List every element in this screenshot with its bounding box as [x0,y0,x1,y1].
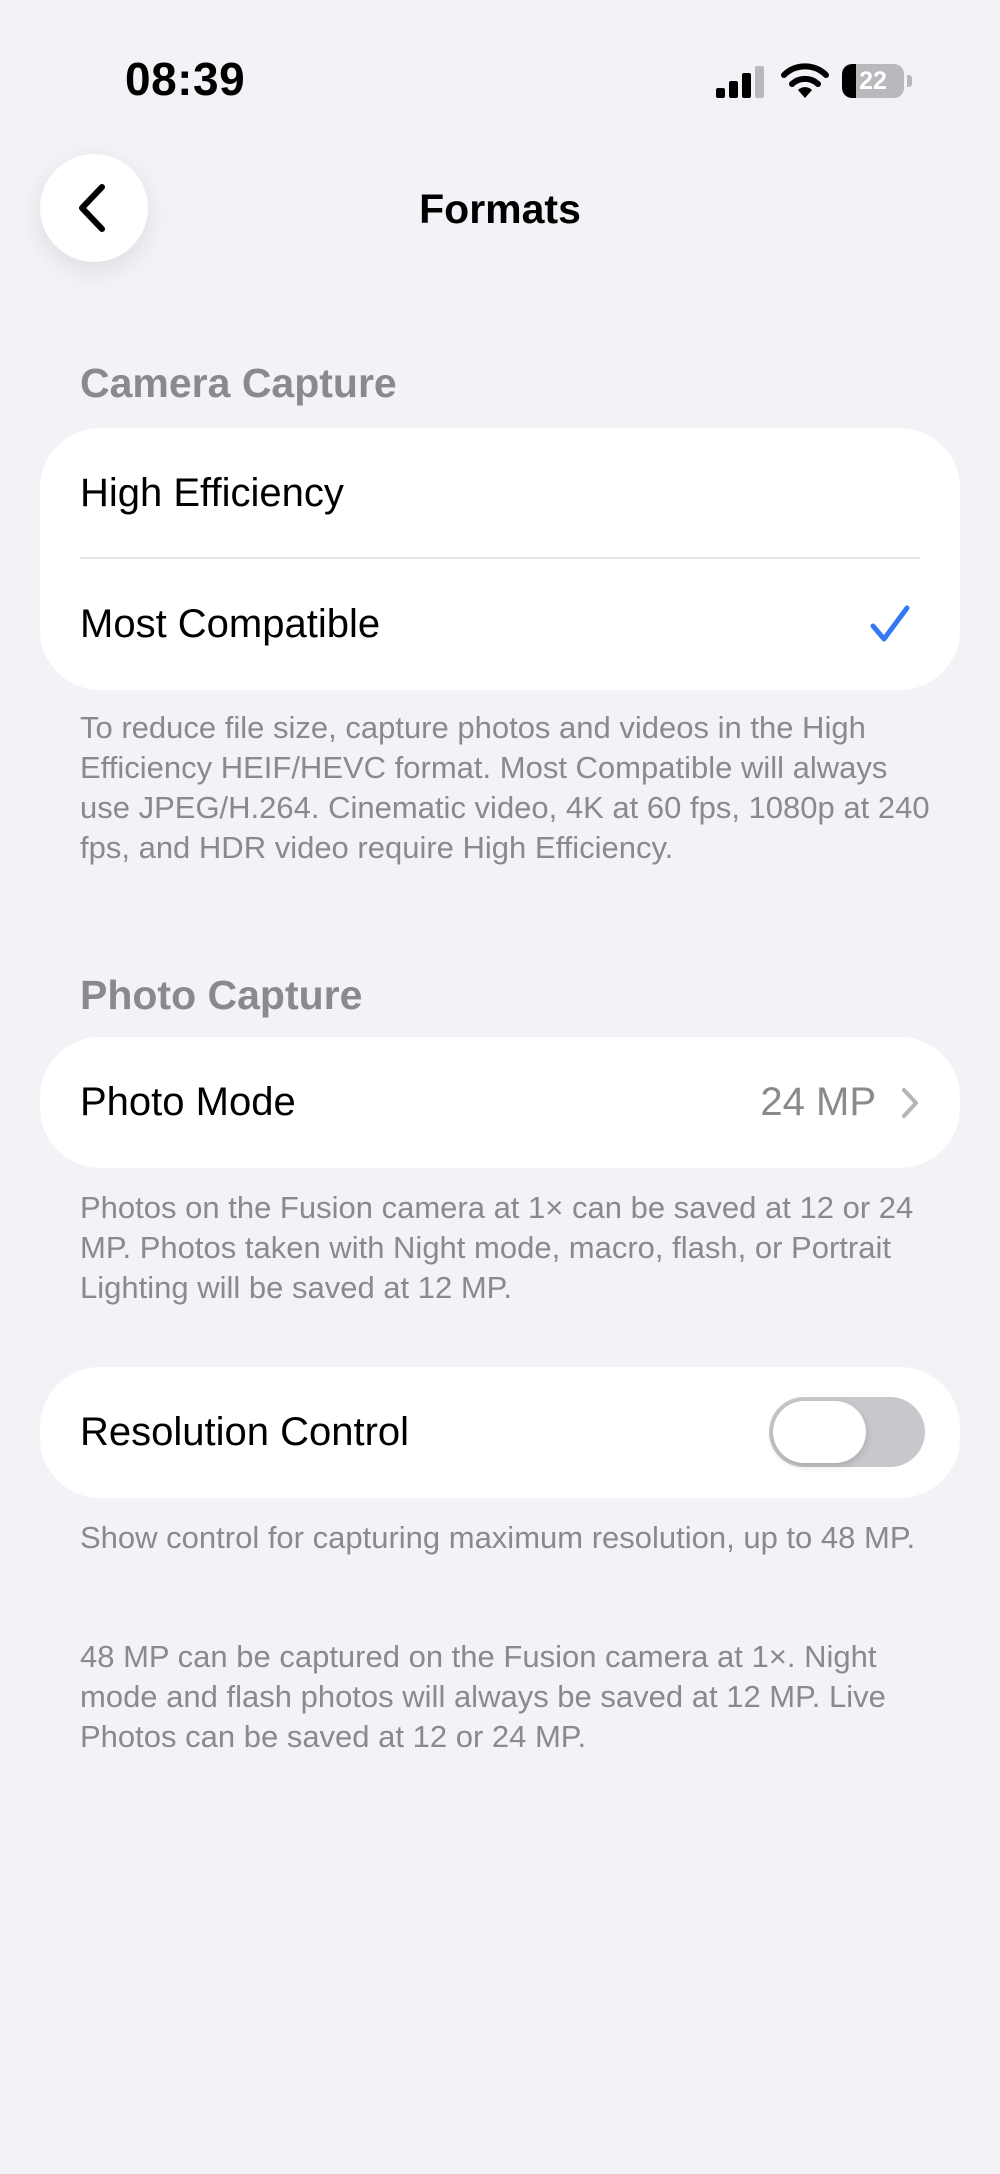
checkmark-icon [870,605,910,642]
resolution-control-row: Resolution Control [40,1367,960,1498]
battery-icon: 22 [842,64,912,98]
resolution-control-toggle[interactable] [769,1397,925,1467]
photo-capture-card: Photo Mode 24 MP [40,1037,960,1168]
wifi-icon [781,63,829,98]
status-bar: 08:39 22 [0,0,1000,110]
signal-icon [716,66,764,98]
option-label: Most Compatible [80,602,381,646]
option-most-compatible[interactable]: Most Compatible [40,559,960,690]
resolution-control-footnote: Show control for capturing maximum resol… [80,1520,916,1555]
camera-capture-card: High Efficiency Most Compatible [40,428,960,690]
photo-capture-footnote: Photos on the Fusion camera at 1× can be… [80,1190,914,1305]
camera-capture-footnote: To reduce file size, capture photos and … [80,710,930,865]
photo-mode-row[interactable]: Photo Mode 24 MP [40,1037,960,1168]
status-time: 08:39 [125,53,246,105]
navigation-bar: Formats [0,150,1000,270]
battery-body: 22 [842,64,904,98]
resolution-control-label: Resolution Control [80,1410,410,1454]
resolution-control-card: Resolution Control [40,1367,960,1498]
photo-mode-value: 24 MP [760,1080,876,1124]
chevron-right-icon [902,1088,918,1118]
toggle-knob [773,1401,866,1463]
photo-mode-label: Photo Mode [80,1080,296,1124]
page-title: Formats [419,186,581,232]
resolution-detail-footnote: 48 MP can be captured on the Fusion came… [80,1639,886,1754]
battery-level: 22 [859,67,887,95]
option-label: High Efficiency [80,471,344,515]
option-high-efficiency[interactable]: High Efficiency [40,428,960,559]
photo-capture-header: Photo Capture [80,972,363,1018]
camera-capture-header: Camera Capture [80,360,397,406]
battery-tip [907,75,912,87]
